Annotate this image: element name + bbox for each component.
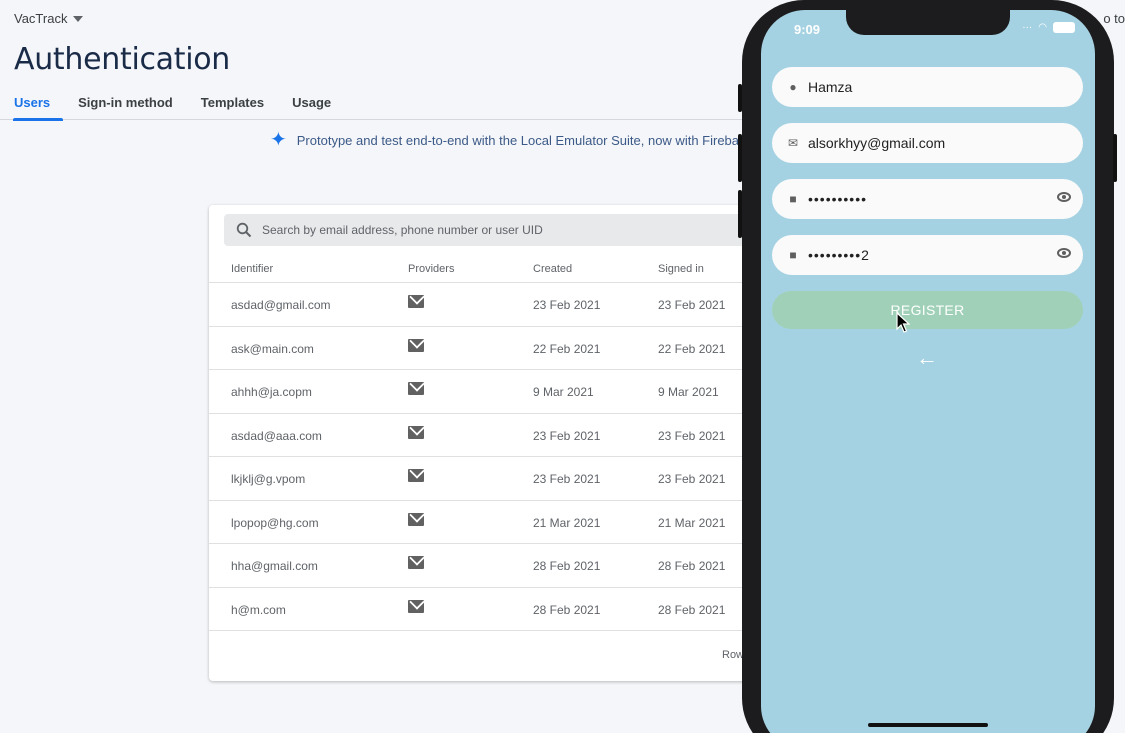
row-created: 23 Feb 2021: [533, 298, 601, 312]
eye-icon[interactable]: [1057, 192, 1071, 202]
phone-notch: [846, 10, 1010, 35]
table-row[interactable]: ahhh@ja.copm 9 Mar 2021 9 Mar 2021: [209, 370, 769, 414]
mute-switch: [738, 84, 742, 112]
table-row[interactable]: ask@main.com 22 Feb 2021 22 Feb 2021: [209, 327, 769, 370]
row-identifier: asdad@aaa.com: [231, 428, 322, 443]
project-selector[interactable]: VacTrack: [14, 11, 84, 26]
email-field[interactable]: ✉ alsorkhyy@gmail.com: [772, 123, 1083, 163]
name-value: Hamza: [808, 79, 853, 95]
password-value: ••••••••••: [808, 191, 868, 207]
email-value: alsorkhyy@gmail.com: [808, 135, 946, 151]
table-row[interactable]: hha@gmail.com 28 Feb 2021 28 Feb 2021: [209, 544, 769, 588]
confirm-password-field[interactable]: ■ •••••••••2: [772, 235, 1083, 275]
status-time: 9:09: [794, 22, 821, 37]
status-icons: ··· ◠: [1022, 22, 1075, 33]
mail-icon: [408, 469, 424, 482]
row-identifier: ahhh@ja.copm: [231, 385, 312, 399]
row-identifier: hha@gmail.com: [231, 559, 318, 573]
back-arrow-icon[interactable]: ←: [916, 345, 938, 371]
phone-screen: 9:09 ··· ◠ ● Hamza ✉ alsorkhyy@gmail.com…: [761, 10, 1095, 733]
row-signed-in: 9 Mar 2021: [658, 385, 719, 399]
row-signed-in: 21 Mar 2021: [658, 515, 726, 530]
sparkle-icon: ✦: [270, 129, 287, 151]
volume-up-button: [738, 134, 742, 182]
column-created[interactable]: Created: [533, 263, 572, 275]
mail-icon: [408, 382, 424, 395]
row-signed-in: 28 Feb 2021: [658, 559, 726, 573]
tab-usage[interactable]: Usage: [278, 92, 345, 120]
email-icon: ✉: [787, 136, 799, 150]
name-field[interactable]: ● Hamza: [772, 67, 1083, 107]
row-signed-in: 23 Feb 2021: [658, 472, 726, 486]
row-identifier: h@m.com: [231, 602, 286, 617]
tab-bar: Users Sign-in method Templates Usage: [0, 92, 760, 121]
row-signed-in: 28 Feb 2021: [658, 602, 726, 617]
battery-icon: [1053, 22, 1075, 33]
row-created: 9 Mar 2021: [533, 385, 594, 399]
wifi-icon: ◠: [1038, 22, 1047, 33]
rows-per-page-label: Row: [722, 649, 745, 661]
mail-icon: [408, 338, 424, 352]
column-signed-in[interactable]: Signed in: [658, 263, 704, 275]
register-button[interactable]: REGISTER: [772, 291, 1083, 329]
power-button: [1113, 134, 1117, 182]
volume-down-button: [738, 190, 742, 238]
person-icon: ●: [789, 80, 797, 94]
table-row[interactable]: lkjklj@g.vpom 23 Feb 2021 23 Feb 2021: [209, 457, 769, 501]
row-signed-in: 23 Feb 2021: [658, 428, 726, 443]
table-header: Identifier Providers Created Signed in: [209, 255, 769, 283]
row-signed-in: 22 Feb 2021: [658, 341, 726, 356]
confirm-password-value: •••••••••2: [808, 247, 870, 263]
row-created: 21 Mar 2021: [533, 515, 601, 530]
project-name: VacTrack: [14, 11, 68, 26]
mail-icon: [408, 556, 424, 569]
table-row[interactable]: lpopop@hg.com 21 Mar 2021 21 Mar 2021: [209, 501, 769, 544]
row-created: 22 Feb 2021: [533, 341, 601, 356]
mail-icon: [408, 295, 424, 308]
tab-users[interactable]: Users: [0, 92, 64, 121]
row-created: 23 Feb 2021: [533, 428, 601, 443]
row-created: 23 Feb 2021: [533, 472, 601, 486]
eye-icon[interactable]: [1057, 248, 1071, 258]
tab-templates[interactable]: Templates: [187, 92, 278, 120]
mail-icon: [408, 599, 424, 613]
emulator-banner[interactable]: ✦ Prototype and test end-to-end with the…: [270, 130, 753, 150]
table-row[interactable]: h@m.com 28 Feb 2021 28 Feb 2021: [209, 588, 769, 631]
table-row[interactable]: asdad@aaa.com 23 Feb 2021 23 Feb 2021: [209, 414, 769, 457]
row-identifier: ask@main.com: [231, 341, 314, 356]
search-icon: [236, 222, 252, 238]
row-signed-in: 23 Feb 2021: [658, 298, 726, 312]
go-to-link[interactable]: o to: [1103, 11, 1125, 26]
users-table-card: Identifier Providers Created Signed in a…: [209, 205, 769, 681]
tab-sign-in-method[interactable]: Sign-in method: [64, 92, 187, 120]
row-identifier: lpopop@hg.com: [231, 515, 319, 530]
signal-icon: ···: [1022, 22, 1033, 33]
mouse-cursor-icon: [896, 312, 910, 333]
mail-icon: [408, 512, 424, 526]
banner-text: Prototype and test end-to-end with the L…: [296, 132, 753, 148]
row-identifier: lkjklj@g.vpom: [231, 472, 306, 486]
column-providers[interactable]: Providers: [408, 263, 454, 275]
column-identifier[interactable]: Identifier: [231, 263, 273, 275]
home-indicator: [868, 723, 988, 727]
search-bar[interactable]: [224, 214, 769, 246]
search-input[interactable]: [262, 223, 742, 237]
row-created: 28 Feb 2021: [533, 602, 601, 617]
mail-icon: [408, 425, 424, 439]
lock-icon: ■: [789, 192, 797, 206]
row-created: 28 Feb 2021: [533, 559, 601, 573]
table-row[interactable]: asdad@gmail.com 23 Feb 2021 23 Feb 2021: [209, 283, 769, 327]
row-identifier: asdad@gmail.com: [231, 298, 331, 312]
chevron-down-icon: [73, 16, 84, 22]
page-title: Authentication: [14, 42, 231, 77]
password-field[interactable]: ■ ••••••••••: [772, 179, 1083, 219]
lock-icon: ■: [789, 248, 797, 262]
